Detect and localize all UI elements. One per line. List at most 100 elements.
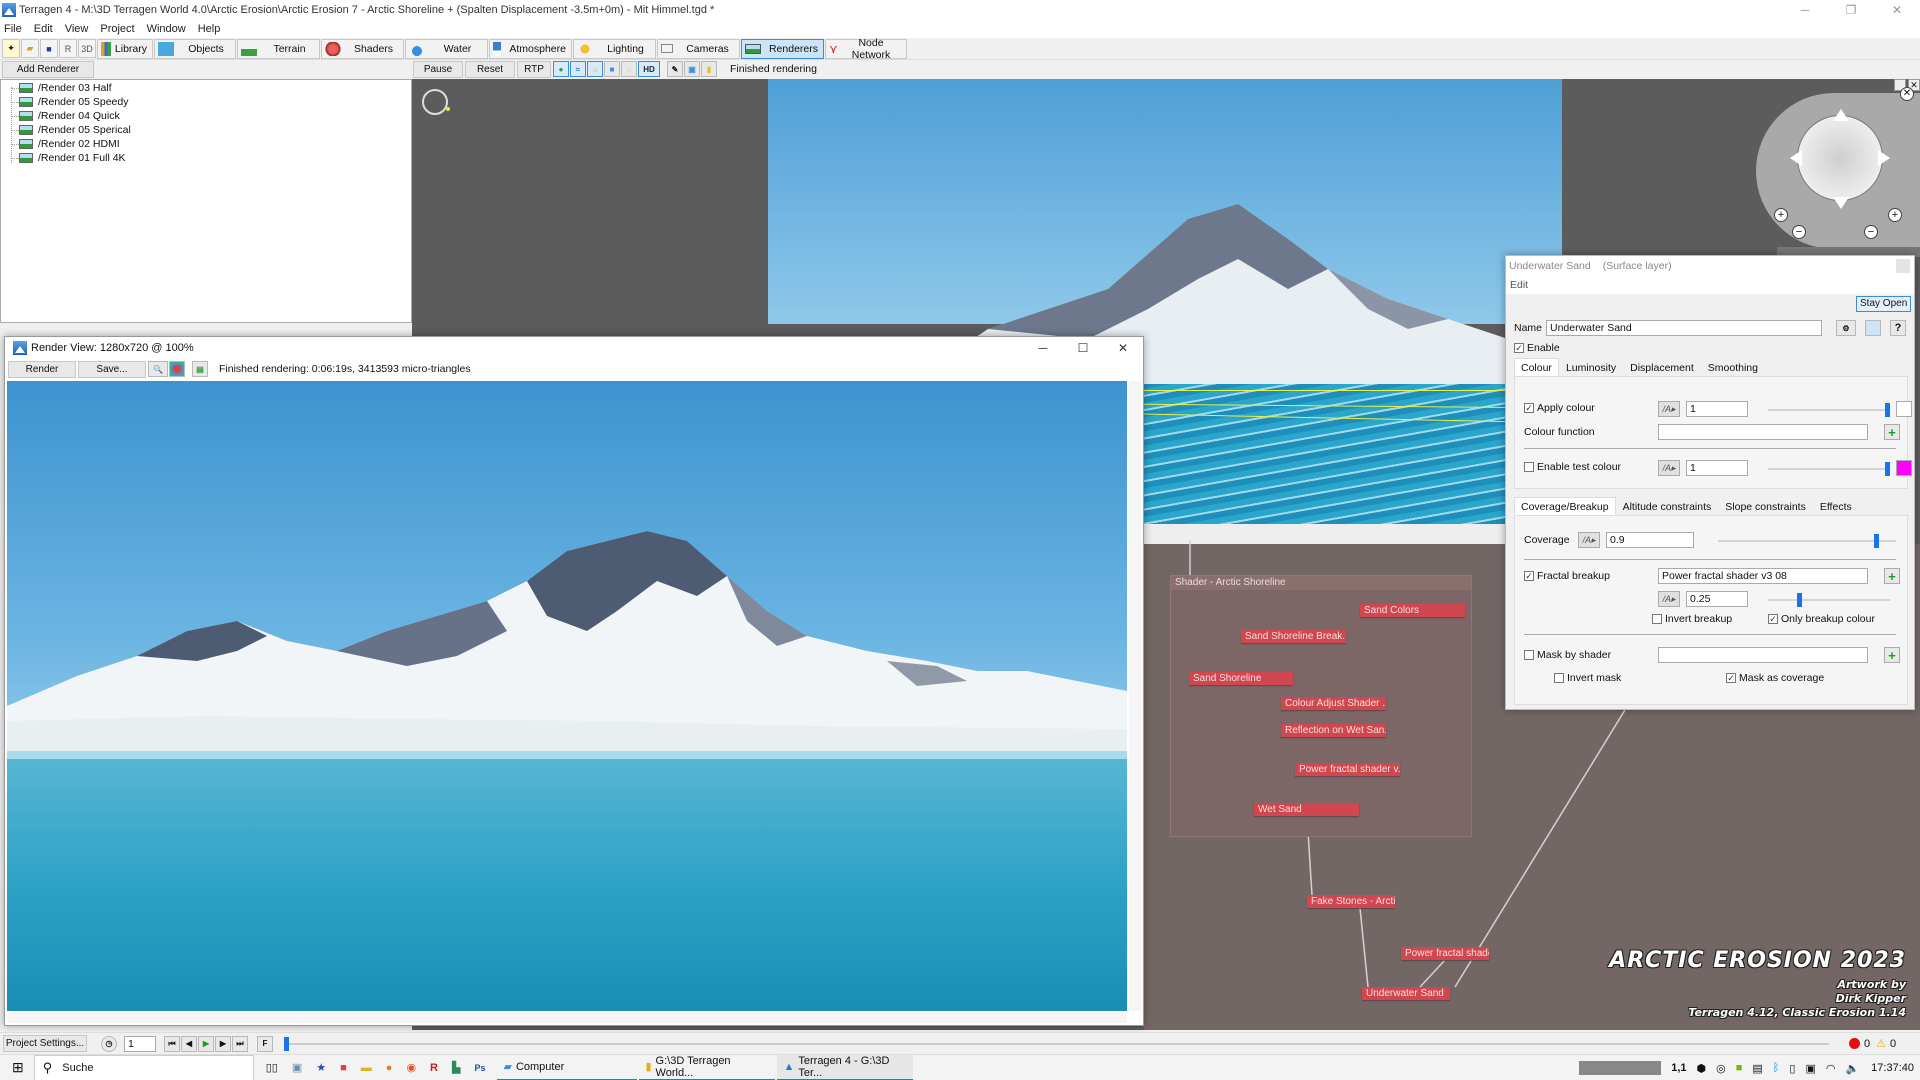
coverage-slider[interactable] [1718, 534, 1896, 548]
pinned-app-icon[interactable]: R [430, 1062, 438, 1074]
tab-coverage-breakup[interactable]: Coverage/Breakup [1514, 497, 1616, 515]
apply-colour-value[interactable]: 1 [1686, 401, 1748, 417]
tab-colour[interactable]: Colour [1514, 358, 1559, 376]
taskbar-app-computer[interactable]: ▰ Computer [497, 1055, 638, 1080]
pinned-app-icon[interactable]: ▙ [452, 1061, 460, 1074]
first-frame-icon[interactable]: ⏮ [164, 1035, 180, 1052]
tab-displacement[interactable]: Displacement [1623, 358, 1701, 376]
node-power-fractal-shader[interactable]: Power fractal shader v... [1295, 763, 1400, 776]
windows-start-icon[interactable]: ⊞ [12, 1059, 24, 1076]
hd-button[interactable]: HD [638, 61, 660, 77]
dolly-in-icon[interactable]: + [1888, 208, 1902, 222]
restore-button[interactable]: ❐ [1828, 0, 1874, 20]
add-renderer-button[interactable]: Add Renderer [2, 60, 94, 78]
globe-icon[interactable]: ● [553, 61, 569, 77]
toolbar-library[interactable]: Library [97, 38, 153, 59]
only-breakup-colour-checkbox[interactable]: ✓ [1768, 614, 1778, 624]
dolly-out-icon[interactable]: − [1864, 225, 1878, 239]
help-icon[interactable]: ? [1890, 320, 1906, 336]
nvidia-icon[interactable]: ■ [1736, 1062, 1743, 1074]
vertical-scrollbar[interactable] [1129, 381, 1141, 1011]
fractal-breakup-shader-field[interactable]: Power fractal shader v3 08 [1658, 568, 1868, 584]
toolbar-objects[interactable]: Objects [154, 38, 236, 59]
taskbar-app-explorer[interactable]: ▮ G:\3D Terragen World... [639, 1055, 776, 1080]
fractal-breakup-slider[interactable] [1768, 593, 1890, 607]
wifi-icon[interactable]: ◠ [1826, 1062, 1836, 1075]
node-sand-colors[interactable]: Sand Colors [1360, 604, 1465, 617]
dotted-ring-icon[interactable]: ◌ [621, 61, 637, 77]
reset-view-icon[interactable]: ✕ [1900, 87, 1914, 101]
menu-project[interactable]: Project [100, 23, 134, 35]
usb-icon[interactable]: ▯ [1789, 1062, 1795, 1075]
play-icon[interactable]: ▶ [198, 1035, 214, 1052]
renderer-item[interactable]: /Render 04 Quick [11, 109, 411, 123]
new-icon[interactable]: ✦ [2, 39, 20, 58]
cubes-icon[interactable]: ▣ [684, 61, 700, 77]
invert-mask-checkbox[interactable] [1554, 673, 1564, 683]
horizontal-scrollbar[interactable] [7, 1013, 1127, 1023]
prev-frame-icon[interactable]: ◀ [181, 1035, 197, 1052]
renderer-item[interactable]: /Render 05 Speedy [11, 95, 411, 109]
apply-colour-checkbox[interactable]: ✓ [1524, 403, 1534, 413]
rendered-image[interactable] [7, 381, 1127, 1011]
project-settings-button[interactable]: Project Settings... [3, 1035, 87, 1052]
toolbar-atmosphere[interactable]: Atmosphere [489, 38, 572, 59]
pinned-app-icon[interactable]: ■ [340, 1062, 347, 1074]
slider-thumb[interactable] [1874, 534, 1879, 548]
bar-icon[interactable]: ▮ [701, 61, 717, 77]
render-minimize-button[interactable]: ─ [1023, 337, 1063, 359]
menu-view[interactable]: View [65, 23, 89, 35]
stay-open-button[interactable]: Stay Open [1856, 296, 1912, 312]
renderer-item[interactable]: /Render 01 Full 4K [11, 151, 411, 165]
node-reflection-on-wet-sand[interactable]: Reflection on Wet San... [1281, 724, 1386, 737]
pinned-app-icon[interactable]: ▣ [292, 1061, 302, 1074]
arrow-left-icon[interactable] [1790, 150, 1802, 166]
mask-as-coverage-checkbox[interactable]: ✓ [1726, 673, 1736, 683]
add-mask-shader-icon[interactable]: + [1884, 647, 1900, 663]
navigation-widget[interactable]: ✕ + + − − ✕ [1750, 79, 1920, 257]
taskbar-app-terragen[interactable]: ▲ Terragen 4 - G:\3D Ter... [777, 1054, 914, 1080]
render-button[interactable]: Render [8, 360, 76, 378]
timeline-thumb[interactable] [284, 1036, 289, 1051]
apply-colour-slider[interactable] [1768, 403, 1890, 417]
tab-smoothing[interactable]: Smoothing [1701, 358, 1765, 376]
firefox-icon[interactable]: ◉ [406, 1061, 416, 1074]
last-frame-icon[interactable]: ⏭ [232, 1035, 248, 1052]
node-colour-adjust-shader[interactable]: Colour Adjust Shader ... [1281, 697, 1386, 710]
meet-icon[interactable]: ▣ [1805, 1062, 1815, 1075]
media-player-widget[interactable] [1579, 1061, 1662, 1075]
volume-icon[interactable]: 🔈 [1845, 1062, 1859, 1075]
object-icon[interactable]: ■ [604, 61, 620, 77]
pinned-app-icon[interactable]: ★ [316, 1061, 326, 1074]
search-box[interactable]: ⚲ Suche [33, 1054, 254, 1080]
colour-function-field[interactable] [1658, 424, 1868, 440]
renderer-item[interactable]: /Render 03 Half [11, 81, 411, 95]
render-icon[interactable]: R [59, 39, 77, 58]
dialog-menu-edit[interactable]: Edit [1506, 276, 1914, 294]
photoshop-icon[interactable]: Ps [474, 1063, 485, 1073]
arrow-up-icon[interactable] [1833, 109, 1849, 121]
save-icon[interactable]: ■ [40, 39, 58, 58]
tab-slope-constraints[interactable]: Slope constraints [1718, 497, 1813, 515]
close-button[interactable]: ✕ [1874, 0, 1920, 20]
zoom-in-icon[interactable]: + [1774, 208, 1788, 222]
fractal-breakup-value[interactable]: 0.25 [1686, 591, 1748, 607]
slider-thumb[interactable] [1885, 462, 1890, 476]
test-colour-value[interactable]: 1 [1686, 460, 1748, 476]
tab-luminosity[interactable]: Luminosity [1559, 358, 1623, 376]
zoom-out-icon[interactable]: − [1792, 225, 1806, 239]
function-menu-icon[interactable]: /A▸ [1578, 532, 1600, 548]
tray-app-icon[interactable]: ▤ [1752, 1062, 1762, 1075]
tray-app-icon[interactable]: ⬢ [1697, 1062, 1707, 1075]
arrow-down-icon[interactable] [1833, 197, 1849, 209]
slider-thumb[interactable] [1797, 593, 1802, 607]
colour-icon[interactable] [169, 361, 185, 377]
add-colour-function-icon[interactable]: + [1884, 424, 1900, 440]
save-render-button[interactable]: Save... [78, 360, 146, 378]
toolbar-lighting[interactable]: Lighting [573, 38, 656, 59]
tab-effects[interactable]: Effects [1813, 497, 1859, 515]
clock-icon[interactable]: ◷ [101, 1035, 117, 1052]
renderer-item[interactable]: /Render 05 Sperical [11, 123, 411, 137]
bluetooth-icon[interactable]: ᛒ [1773, 1062, 1780, 1074]
rtp-button[interactable]: RTP [517, 60, 551, 78]
